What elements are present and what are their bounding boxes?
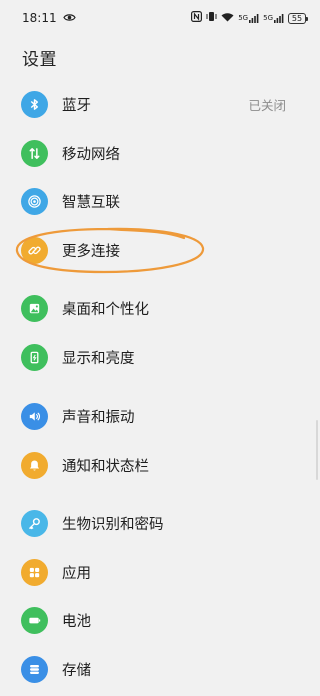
vibrate-icon [206, 11, 217, 25]
settings-item-label: 显示和亮度 [62, 350, 135, 367]
settings-item-sound-vibration[interactable]: 声音和振动 [0, 394, 320, 438]
settings-item-desktop-personalization[interactable]: 桌面和个性化 [0, 286, 320, 330]
wallpaper-icon [21, 294, 48, 322]
display-brightness-icon [21, 343, 48, 371]
signal-2: 5G [263, 13, 284, 23]
settings-item-more-connections[interactable]: 更多连接 [0, 228, 320, 272]
apps-icon [21, 558, 48, 586]
mobile-data-icon [21, 139, 48, 167]
battery-icon [21, 606, 48, 634]
storage-icon [21, 655, 48, 683]
settings-item-label: 应用 [62, 565, 91, 582]
settings-item-biometrics-password[interactable]: 生物识别和密码 [0, 501, 320, 545]
battery-level: 55 [291, 13, 303, 23]
settings-item-label: 声音和振动 [62, 409, 135, 426]
network-type-label: 5G [263, 13, 273, 22]
bluetooth-status: 已关闭 [248, 97, 286, 113]
wifi-icon [221, 12, 234, 25]
page-title: 设置 [22, 50, 57, 70]
settings-item-notifications[interactable]: 通知和状态栏 [0, 443, 320, 487]
scrollbar[interactable] [316, 420, 318, 480]
status-bar: 18:11 5G 5G 55 [0, 0, 320, 36]
settings-item-label: 生物识别和密码 [62, 516, 164, 533]
settings-item-mobile-network[interactable]: 移动网络 [0, 131, 320, 175]
settings-item-label: 移动网络 [62, 146, 120, 163]
bell-icon [21, 451, 48, 479]
settings-item-display-brightness[interactable]: 显示和亮度 [0, 335, 320, 379]
link-icon [21, 236, 48, 264]
settings-item-smart-connect[interactable]: 智慧互联 [0, 179, 320, 223]
settings-item-storage[interactable]: 存储 [0, 647, 320, 691]
battery-indicator: 55 [288, 12, 308, 24]
signal-1: 5G [238, 13, 259, 23]
settings-item-apps[interactable]: 应用 [0, 550, 320, 594]
settings-item-label: 智慧互联 [62, 194, 120, 211]
network-type-label: 5G [238, 13, 249, 22]
eye-comfort-icon [62, 11, 76, 25]
nfc-icon [191, 11, 203, 25]
settings-item-bluetooth[interactable]: 蓝牙 已关闭 [0, 82, 320, 126]
clock: 18:11 [22, 11, 57, 25]
settings-item-label: 桌面和个性化 [62, 301, 149, 318]
settings-item-label: 更多连接 [62, 243, 120, 260]
status-bar-right: 5G 5G 55 [191, 11, 308, 25]
settings-screen: 18:11 5G 5G 55 设置 蓝牙 已关闭 移动网络 智慧互联 更多连接 … [0, 0, 320, 696]
bluetooth-icon [21, 90, 48, 118]
settings-item-label: 存储 [62, 662, 91, 679]
sound-icon [21, 402, 48, 430]
settings-item-battery[interactable]: 电池 [0, 598, 320, 642]
settings-item-label: 蓝牙 [62, 97, 91, 114]
key-icon [21, 509, 48, 537]
settings-item-label: 电池 [62, 613, 91, 630]
smart-connect-icon [21, 187, 48, 215]
settings-item-label: 通知和状态栏 [62, 458, 149, 475]
status-bar-left: 18:11 [22, 11, 76, 25]
